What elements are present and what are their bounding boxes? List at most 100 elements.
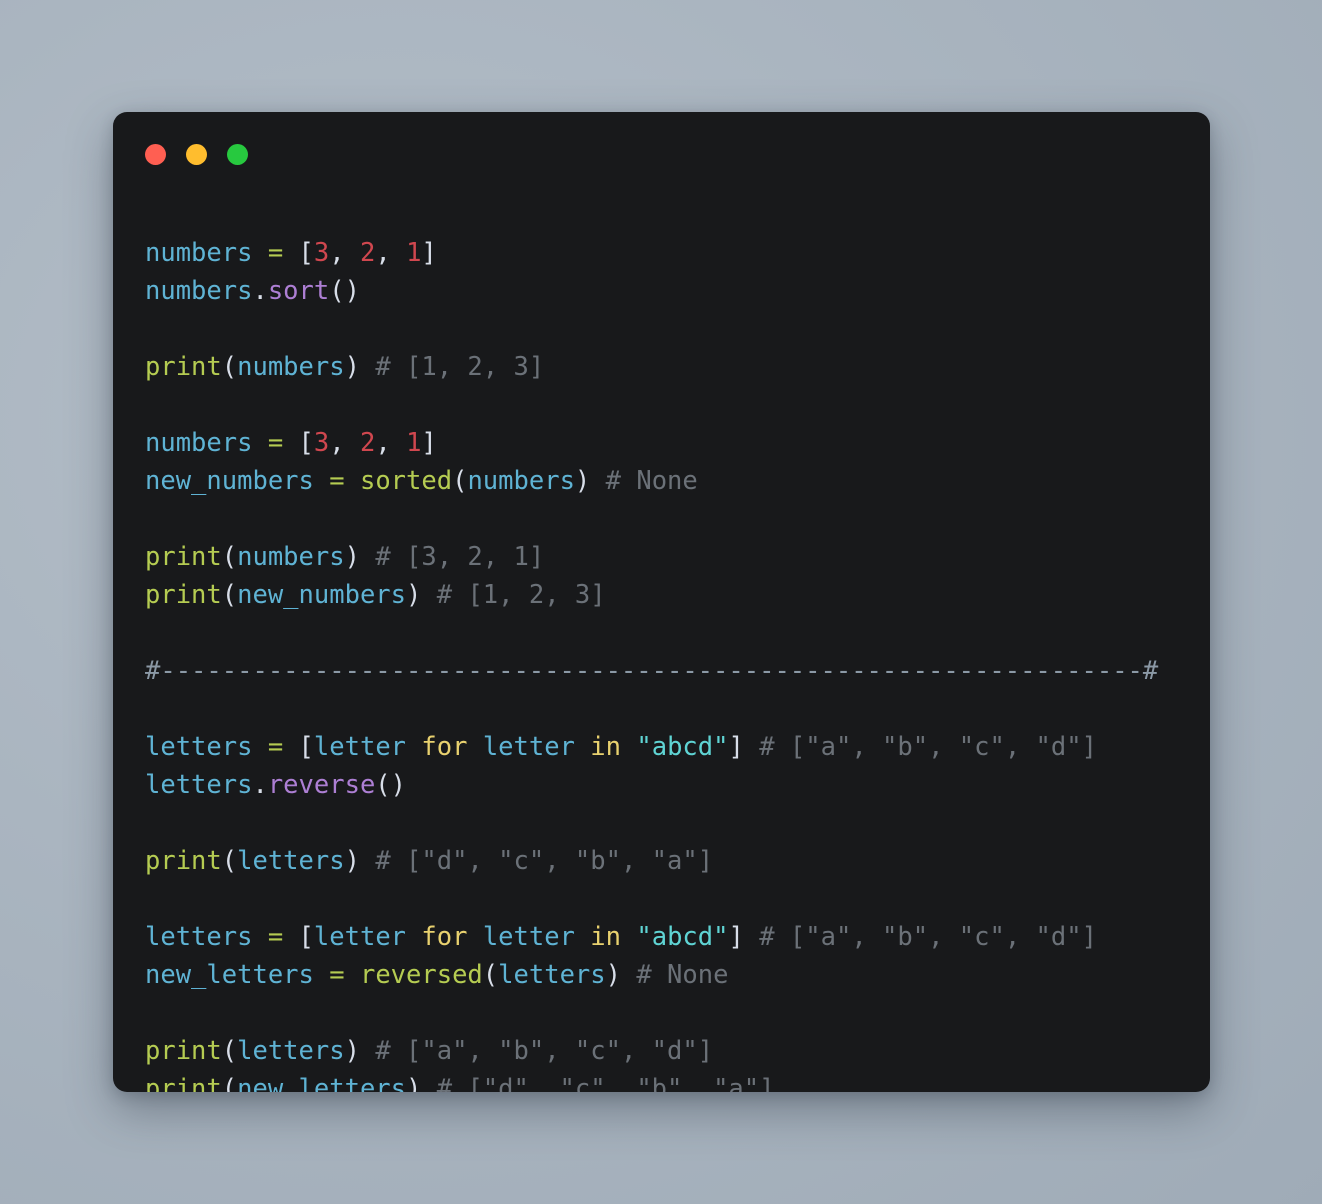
code-token-punc [314, 960, 329, 990]
code-line: print(letters) # ["a", "b", "c", "d"] [145, 1032, 1202, 1070]
code-token-fn: print [145, 351, 222, 382]
code-token-punc: ] [728, 921, 744, 952]
code-token-punc: ] [421, 427, 437, 458]
code-token-punc: () [375, 769, 407, 800]
code-token-punc [252, 238, 267, 268]
code-token-method: sort [267, 275, 330, 306]
code-token-comment: # ["a", "b", "c", "d"] [759, 921, 1097, 952]
code-token-punc: , [329, 237, 360, 268]
code-token-var: letter [482, 731, 575, 762]
code-token-punc [252, 922, 267, 952]
code-token-punc [590, 466, 605, 496]
code-token-punc [575, 922, 590, 952]
code-token-method: reverse [267, 769, 376, 800]
code-line: print(new_numbers) # [1, 2, 3] [145, 576, 1202, 614]
code-token-var: new_numbers [237, 579, 407, 610]
code-token-punc [421, 1074, 436, 1093]
code-line: print(letters) # ["d", "c", "b", "a"] [145, 842, 1202, 880]
code-token-var: letters [237, 845, 345, 876]
code-token-comment: # None [636, 959, 729, 990]
code-token-punc [252, 732, 267, 762]
code-token-punc [406, 732, 421, 762]
code-token-punc: [ [298, 921, 314, 952]
close-button-icon[interactable] [145, 143, 166, 165]
code-token-punc [621, 732, 636, 762]
code-token-punc [283, 922, 298, 952]
code-token-punc [744, 922, 759, 952]
code-editor-area[interactable]: numbers = [3, 2, 1] numbers.sort() print(… [145, 208, 1202, 1093]
code-token-punc: ) [574, 465, 591, 496]
code-token-punc [360, 352, 375, 382]
code-token-op: = [267, 237, 284, 268]
code-token-punc [345, 466, 360, 496]
code-token-fn: reversed [359, 959, 483, 990]
code-token-punc: ( [221, 1073, 238, 1093]
code-line: #---------------------------------------… [145, 652, 1202, 690]
code-token-num: 1 [406, 237, 422, 268]
code-token-kw: for [421, 731, 468, 762]
code-token-punc: ( [221, 845, 238, 876]
code-token-punc: , [329, 427, 360, 458]
code-token-punc: ( [221, 541, 238, 572]
code-token-var: letters [145, 921, 253, 952]
code-token-num: 2 [359, 427, 376, 458]
code-token-op: = [267, 427, 284, 458]
code-token-sep: #---------------------------------------… [145, 655, 1159, 686]
code-token-var: numbers [237, 351, 345, 382]
code-token-punc [467, 922, 482, 952]
code-token-punc [421, 580, 436, 610]
code-token-punc: ) [406, 1073, 422, 1093]
code-token-punc: [ [298, 427, 314, 458]
code-token-comment: # ["d", "c", "b", "a"] [375, 845, 714, 876]
code-token-fn: print [145, 1073, 222, 1093]
code-line: numbers = [3, 2, 1] [145, 424, 1202, 462]
code-token-comment: # [1, 2, 3] [436, 579, 606, 610]
code-token-punc: ( [221, 1035, 238, 1066]
code-token-op: = [329, 959, 345, 990]
code-token-comment: # ["a", "b", "c", "d"] [759, 731, 1097, 762]
code-line: letters = [letter for letter in "abcd"] … [145, 918, 1202, 956]
code-token-var: letters [145, 731, 253, 762]
code-token-num: 1 [406, 427, 422, 458]
code-token-var: numbers [145, 427, 253, 458]
code-token-punc [345, 960, 360, 990]
code-token-punc [283, 732, 298, 762]
code-token-punc: , [375, 237, 407, 268]
code-token-var: letter [313, 731, 407, 762]
code-token-var: letter [313, 921, 407, 952]
code-token-kw: for [421, 921, 468, 952]
code-token-comment: # [1, 2, 3] [375, 351, 545, 382]
code-token-num: 3 [313, 237, 330, 268]
code-token-punc: ) [406, 579, 422, 610]
code-token-var: letters [498, 959, 606, 990]
desktop-background: numbers = [3, 2, 1] numbers.sort() print(… [0, 0, 1322, 1204]
minimize-button-icon[interactable] [186, 143, 207, 165]
code-token-punc [467, 732, 482, 762]
code-line: letters = [letter for letter in "abcd"] … [145, 728, 1202, 766]
code-snippet-window: numbers = [3, 2, 1] numbers.sort() print(… [113, 112, 1210, 1092]
code-token-punc [360, 542, 375, 572]
code-token-op: = [329, 465, 345, 496]
code-token-punc: [ [298, 237, 314, 268]
code-token-punc: ( [221, 351, 238, 382]
code-token-punc [744, 732, 759, 762]
code-token-var: numbers [145, 237, 253, 268]
code-line: print(numbers) # [3, 2, 1] [145, 538, 1202, 576]
code-token-punc [314, 466, 329, 496]
python-code-block[interactable]: numbers = [3, 2, 1] numbers.sort() print(… [145, 234, 1202, 1093]
code-line: print(numbers) # [1, 2, 3] [145, 348, 1202, 386]
code-token-fn: print [145, 1035, 222, 1066]
code-token-punc [621, 922, 636, 952]
maximize-button-icon[interactable] [227, 143, 248, 165]
code-token-kw: in [590, 731, 622, 762]
code-token-punc: ( [452, 465, 468, 496]
traffic-light-buttons [145, 143, 248, 165]
code-line: numbers = [3, 2, 1] [145, 234, 1202, 272]
